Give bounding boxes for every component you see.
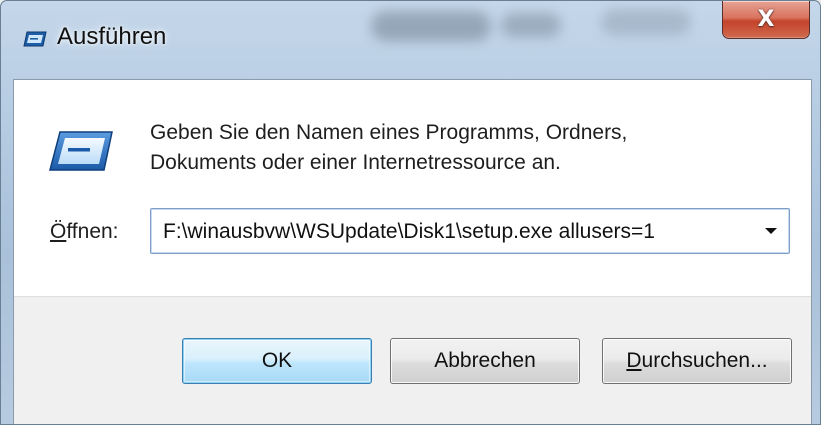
browse-button-label: urchsuchen... xyxy=(641,349,768,372)
close-icon: X xyxy=(757,6,775,32)
browse-button[interactable]: Durchsuchen... xyxy=(602,338,792,384)
open-label-text: ffnen: xyxy=(66,220,119,243)
instruction-text: Geben Sie den Namen eines Programms, Ord… xyxy=(150,118,770,178)
browse-button-accelerator: D xyxy=(626,349,642,372)
command-input[interactable]: F:\winausbvw\WSUpdate\Disk1\setup.exe al… xyxy=(163,220,655,244)
close-button[interactable]: X xyxy=(722,1,810,39)
instruction-line-2: Dokuments oder einer Internetressource a… xyxy=(150,151,561,174)
instruction-line-1: Geben Sie den Namen eines Programms, Ord… xyxy=(150,121,628,144)
run-dialog-icon xyxy=(48,128,114,174)
run-dialog-window: Ausführen X Geben Sie den Namen eines Pr… xyxy=(0,0,821,425)
dropdown-button[interactable] xyxy=(753,209,789,253)
command-combobox[interactable]: F:\winausbvw\WSUpdate\Disk1\setup.exe al… xyxy=(150,208,790,254)
window-title: Ausführen xyxy=(57,23,167,50)
open-label-accelerator: Ö xyxy=(50,220,67,243)
cancel-button[interactable]: Abbrechen xyxy=(390,338,580,384)
title-bar[interactable]: Ausführen X xyxy=(1,1,820,79)
dialog-client-area: Geben Sie den Namen eines Programms, Ord… xyxy=(13,79,812,424)
chevron-down-icon xyxy=(764,222,778,240)
content-area: Geben Sie den Namen eines Programms, Ord… xyxy=(14,80,811,296)
run-dialog-icon xyxy=(23,29,47,49)
open-label: Öffnen: xyxy=(50,220,119,244)
ok-button[interactable]: OK xyxy=(182,338,372,384)
